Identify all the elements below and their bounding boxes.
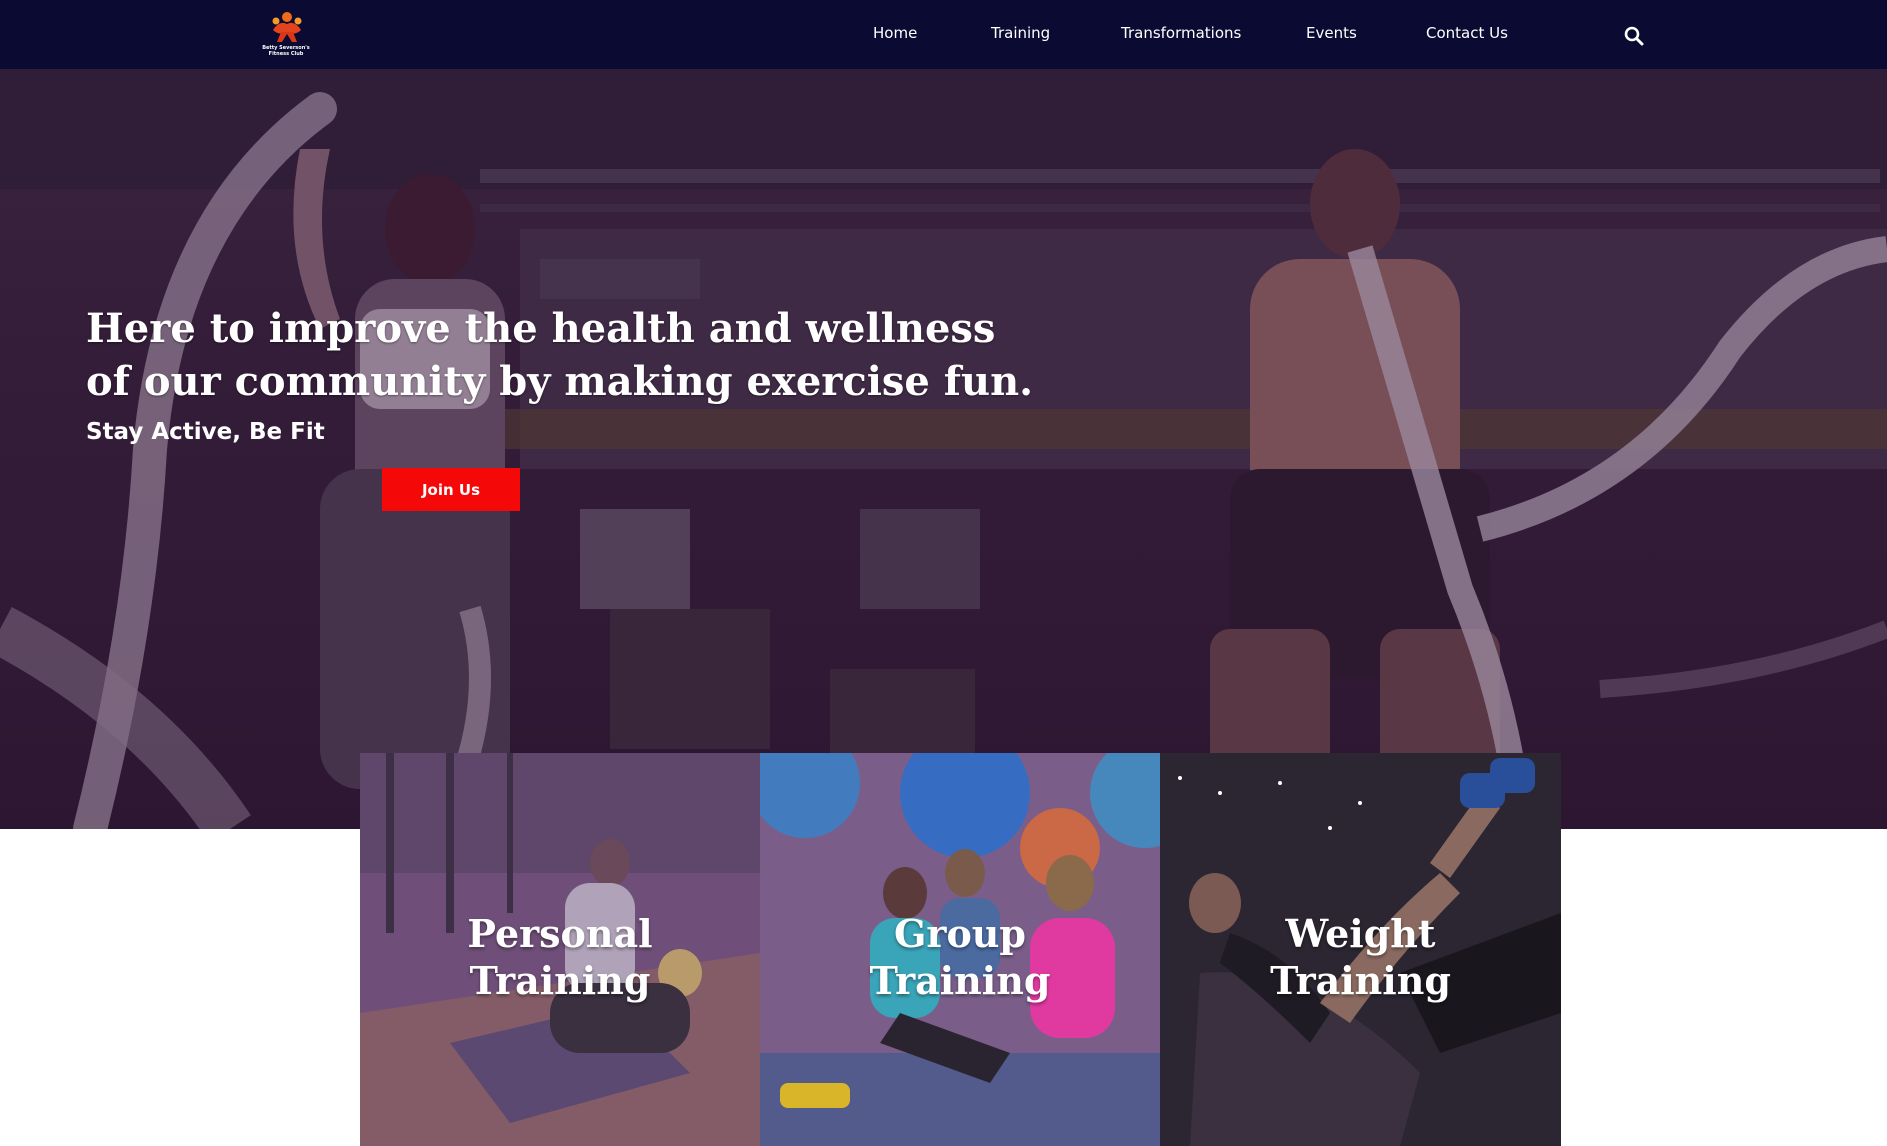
logo-icon	[272, 12, 302, 42]
hero-headline: Here to improve the health and wellness …	[86, 302, 1046, 408]
card-title-line-1: Personal	[467, 911, 653, 956]
card-title: Personal Training	[360, 910, 760, 1004]
card-title-line-1: Group	[893, 911, 1027, 956]
top-navigation: Betty Severson's Fitness Club Home Train…	[0, 0, 1887, 69]
card-title: Weight Training	[1160, 910, 1561, 1004]
card-title-line-2: Training	[1270, 958, 1451, 1003]
card-title: Group Training	[760, 910, 1160, 1004]
card-group-training[interactable]: Group Training	[760, 753, 1160, 1146]
nav-contact-us[interactable]: Contact Us	[1426, 24, 1508, 42]
card-weight-training[interactable]: Weight Training	[1160, 753, 1561, 1146]
hero-overlay	[0, 69, 1887, 829]
logo-text: Betty Severson's Fitness Club	[262, 45, 310, 57]
hero-headline-line-1: Here to improve the health and wellness	[86, 305, 996, 352]
card-title-line-2: Training	[469, 958, 651, 1003]
hero-headline-line-2: of our community by making exercise fun.	[86, 358, 1034, 405]
hero-banner: Here to improve the health and wellness …	[0, 69, 1887, 829]
nav-home[interactable]: Home	[873, 24, 917, 42]
nav-events[interactable]: Events	[1306, 24, 1357, 42]
card-title-line-2: Training	[869, 958, 1051, 1003]
hero-tagline: Stay Active, Be Fit	[86, 419, 325, 445]
nav-transformations[interactable]: Transformations	[1121, 24, 1241, 42]
card-title-line-1: Weight	[1285, 911, 1436, 956]
card-personal-training[interactable]: Personal Training	[360, 753, 760, 1146]
brand-logo[interactable]: Betty Severson's Fitness Club	[256, 8, 316, 62]
search-icon[interactable]	[1624, 26, 1644, 46]
join-us-button[interactable]: Join Us	[382, 468, 520, 511]
nav-training[interactable]: Training	[991, 24, 1050, 42]
